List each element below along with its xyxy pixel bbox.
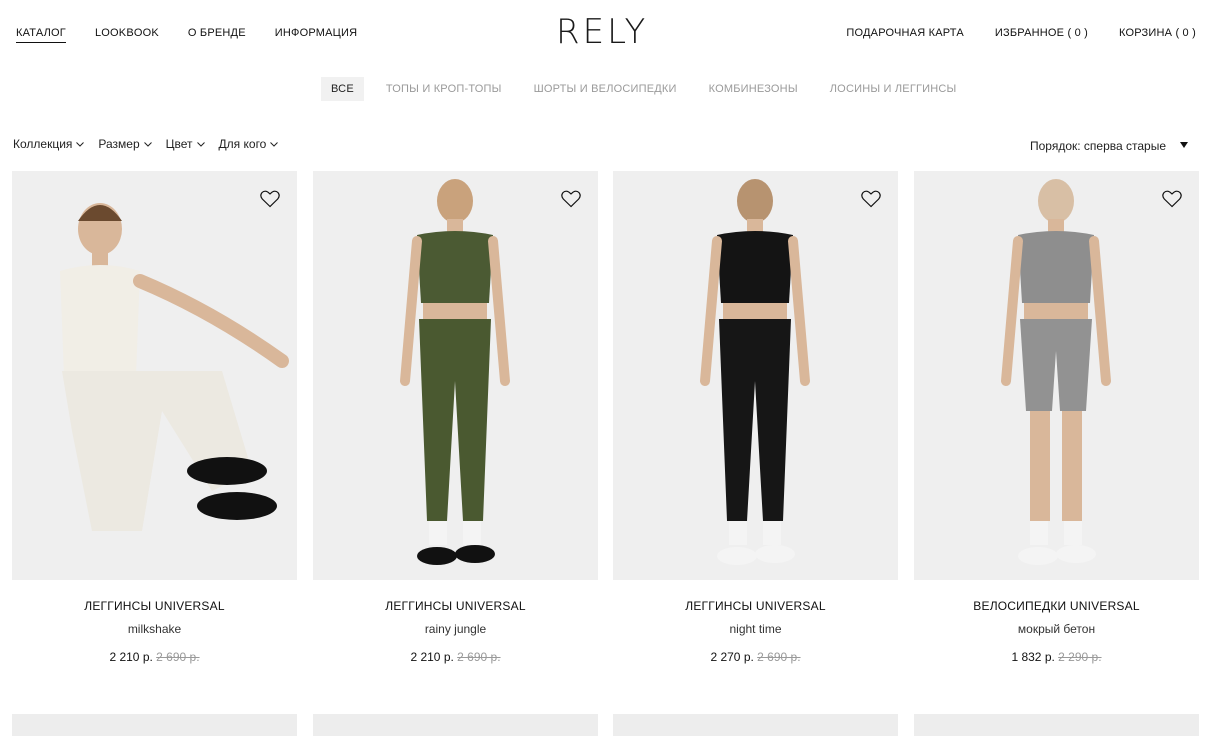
- heart-icon[interactable]: [1162, 190, 1182, 208]
- heart-icon[interactable]: [561, 190, 581, 208]
- site-header: КАТАЛОГ LOOKBOOK О БРЕНДЕ ИНФОРМАЦИЯ REL…: [0, 0, 1212, 66]
- product-name[interactable]: ЛЕГГИНСЫ UNIVERSAL: [313, 599, 598, 613]
- old-price: 2 690 р.: [156, 650, 200, 664]
- nav-lookbook[interactable]: LOOKBOOK: [95, 27, 159, 43]
- filter-label: Размер: [98, 137, 140, 151]
- tab-all[interactable]: ВСЕ: [321, 77, 364, 101]
- old-price: 2 290 р.: [1058, 650, 1102, 664]
- product-name[interactable]: ВЕЛОСИПЕДКИ UNIVERSAL: [914, 599, 1199, 613]
- nav-gift-card[interactable]: ПОДАРОЧНАЯ КАРТА: [846, 27, 964, 39]
- product-name[interactable]: ЛЕГГИНСЫ UNIVERSAL: [12, 599, 297, 613]
- category-tabs: ВСЕ ТОПЫ И КРОП-ТОПЫ ШОРТЫ И ВЕЛОСИПЕДКИ…: [321, 77, 979, 101]
- brand-logo[interactable]: RELY: [556, 12, 648, 52]
- chevron-down-icon: [270, 142, 279, 147]
- product-name[interactable]: ЛЕГГИНСЫ UNIVERSAL: [613, 599, 898, 613]
- product-photo: [613, 171, 898, 580]
- filter-label: Коллекция: [13, 137, 73, 151]
- product-photo: [914, 171, 1199, 580]
- tab-leggings[interactable]: ЛОСИНЫ И ЛЕГГИНСЫ: [820, 77, 967, 101]
- current-price: 2 270 р.: [710, 650, 754, 664]
- filter-size[interactable]: Размер: [98, 137, 152, 151]
- product-image[interactable]: [313, 171, 598, 580]
- filter-gender[interactable]: Для кого: [219, 137, 279, 151]
- product-price: 2 210 р. 2 690 р.: [313, 650, 598, 664]
- product-image-partial[interactable]: [12, 714, 297, 736]
- product-price: 2 210 р. 2 690 р.: [12, 650, 297, 664]
- product-card[interactable]: ЛЕГГИНСЫ UNIVERSAL night time 2 270 р. 2…: [613, 171, 898, 664]
- current-price: 2 210 р.: [109, 650, 153, 664]
- chevron-down-icon: [76, 142, 85, 147]
- product-color: milkshake: [127, 622, 182, 636]
- caret-down-icon[interactable]: [1180, 142, 1188, 148]
- tab-shorts[interactable]: ШОРТЫ И ВЕЛОСИПЕДКИ: [524, 77, 687, 101]
- sort-select[interactable]: Порядок: сперва старые: [1030, 139, 1166, 153]
- filter-collection[interactable]: Коллекция: [13, 137, 85, 151]
- product-image[interactable]: [613, 171, 898, 580]
- product-color: rainy jungle: [424, 622, 487, 636]
- filter-label: Для кого: [218, 137, 267, 151]
- product-price: 1 832 р. 2 290 р.: [914, 650, 1199, 664]
- filter-bar: Коллекция Размер Цвет Для кого: [13, 137, 279, 151]
- heart-icon[interactable]: [260, 190, 280, 208]
- main-nav: КАТАЛОГ LOOKBOOK О БРЕНДЕ ИНФОРМАЦИЯ: [16, 27, 357, 43]
- product-image-partial[interactable]: [313, 714, 598, 736]
- product-image[interactable]: [914, 171, 1199, 580]
- nav-information[interactable]: ИНФОРМАЦИЯ: [275, 27, 357, 43]
- product-card[interactable]: ЛЕГГИНСЫ UNIVERSAL rainy jungle 2 210 р.…: [313, 171, 598, 664]
- filter-color[interactable]: Цвет: [166, 137, 205, 151]
- product-image[interactable]: [12, 171, 297, 580]
- current-price: 2 210 р.: [410, 650, 454, 664]
- product-color: мокрый бетон: [1017, 622, 1096, 636]
- user-nav: ПОДАРОЧНАЯ КАРТА ИЗБРАННОЕ ( 0 ) КОРЗИНА…: [846, 27, 1196, 39]
- nav-catalog[interactable]: КАТАЛОГ: [16, 27, 66, 43]
- old-price: 2 690 р.: [457, 650, 501, 664]
- nav-about-brand[interactable]: О БРЕНДЕ: [188, 27, 246, 43]
- product-photo: [313, 171, 598, 580]
- product-card[interactable]: ВЕЛОСИПЕДКИ UNIVERSAL мокрый бетон 1 832…: [914, 171, 1199, 664]
- heart-icon[interactable]: [861, 190, 881, 208]
- old-price: 2 690 р.: [757, 650, 801, 664]
- product-image-partial[interactable]: [613, 714, 898, 736]
- product-photo: [12, 171, 297, 580]
- chevron-down-icon: [143, 142, 152, 147]
- filter-label: Цвет: [165, 137, 193, 151]
- current-price: 1 832 р.: [1011, 650, 1055, 664]
- product-price: 2 270 р. 2 690 р.: [613, 650, 898, 664]
- product-color: night time: [729, 622, 782, 636]
- product-card[interactable]: ЛЕГГИНСЫ UNIVERSAL milkshake 2 210 р. 2 …: [12, 171, 297, 664]
- chevron-down-icon: [196, 142, 205, 147]
- product-image-partial[interactable]: [914, 714, 1199, 736]
- nav-favorites[interactable]: ИЗБРАННОЕ ( 0 ): [995, 27, 1088, 39]
- nav-cart[interactable]: КОРЗИНА ( 0 ): [1119, 27, 1196, 39]
- tab-jumpsuits[interactable]: КОМБИНЕЗОНЫ: [699, 77, 808, 101]
- tab-tops[interactable]: ТОПЫ И КРОП-ТОПЫ: [376, 77, 512, 101]
